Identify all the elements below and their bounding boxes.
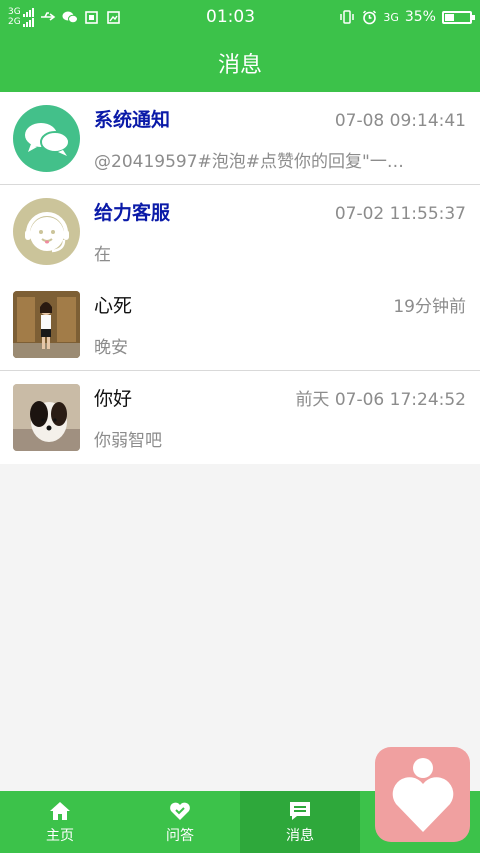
heart-icon (170, 802, 190, 820)
user-avatar (13, 291, 80, 358)
message-content: 你好 前天 07-06 17:24:52 你弱智吧 (80, 384, 480, 451)
message-item-user[interactable]: 心死 19分钟前 晚安 (0, 278, 480, 371)
wechat-icon (62, 10, 78, 24)
app-header: 消息 (0, 34, 480, 92)
tab-label: 主页 (46, 827, 74, 844)
message-time: 前天 07-06 17:24:52 (295, 390, 466, 410)
message-preview: 你弱智吧 (94, 431, 162, 451)
message-sender: 心死 (94, 295, 133, 317)
chat-bubbles-icon (13, 105, 80, 172)
signal-indicators: 3G 2G (8, 7, 34, 27)
sim1-label: 3G (8, 7, 21, 17)
clock: 01:03 (206, 7, 256, 27)
message-sender: 你好 (94, 388, 133, 410)
image-notification-icon (106, 10, 122, 24)
page-title: 消息 (217, 53, 262, 78)
status-right: 3G 35% (339, 9, 475, 25)
customer-service-icon (13, 198, 80, 265)
battery-fill (444, 13, 455, 21)
sim2-label: 2G (8, 17, 21, 27)
message-sender: 系统通知 (94, 109, 171, 131)
message-time: 07-08 09:14:41 (334, 111, 466, 131)
tab-messages[interactable]: 消息 (240, 791, 360, 853)
network-type: 3G (383, 10, 399, 24)
tab-label: 问答 (166, 827, 194, 844)
home-icon (50, 801, 70, 820)
message-content: 系统通知 07-08 09:14:41 @20419597#泡泡#点赞你的回复"… (80, 105, 480, 172)
heart-person-icon (392, 757, 453, 832)
message-content: 给力客服 07-02 11:55:37 在 (80, 198, 480, 265)
message-time: 19分钟前 (393, 297, 466, 317)
message-preview: @20419597#泡泡#点赞你的回复"一… (94, 152, 404, 172)
message-item-user[interactable]: 你好 前天 07-06 17:24:52 你弱智吧 (0, 371, 480, 464)
message-item-support[interactable]: 给力客服 07-02 11:55:37 在 (0, 185, 480, 278)
message-item-system[interactable]: 系统通知 07-08 09:14:41 @20419597#泡泡#点赞你的回复"… (0, 92, 480, 185)
battery-icon (441, 10, 475, 24)
user-avatar (13, 384, 80, 451)
alarm-icon (361, 9, 377, 24)
message-preview: 晚安 (94, 338, 128, 358)
message-preview: 在 (94, 245, 111, 265)
message-sender: 给力客服 (94, 202, 171, 224)
floating-heart-button[interactable] (375, 747, 470, 842)
tab-home[interactable]: 主页 (0, 791, 120, 853)
message-time: 07-02 11:55:37 (334, 204, 466, 224)
signal-bars-icon (22, 8, 34, 17)
status-left: 3G 2G (8, 7, 122, 27)
battery-percent: 35% (404, 9, 436, 25)
usb-icon (40, 10, 56, 24)
message-icon (290, 801, 310, 820)
vibrate-icon (339, 10, 355, 24)
message-content: 心死 19分钟前 晚安 (80, 291, 480, 358)
tab-label: 消息 (286, 827, 314, 844)
signal-bars-icon (22, 18, 34, 27)
status-bar: 3G 2G 01:03 3G 35% (0, 0, 480, 34)
app-notification-icon (84, 10, 100, 24)
message-list: 系统通知 07-08 09:14:41 @20419597#泡泡#点赞你的回复"… (0, 92, 480, 464)
tab-qa[interactable]: 问答 (120, 791, 240, 853)
